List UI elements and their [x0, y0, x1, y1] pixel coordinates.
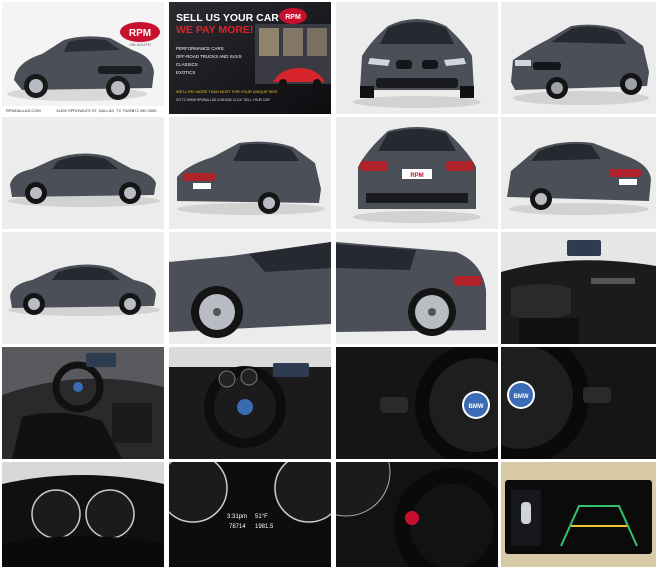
car-wheel-detail-image: [169, 232, 331, 344]
photo-odometer[interactable]: 3:31pm 51°F 78714 1981.5: [169, 462, 331, 567]
car-front-quarter-image: [501, 2, 656, 114]
interior-dashboard-image: [501, 232, 656, 344]
photo-steering-right[interactable]: BMW: [501, 347, 656, 459]
cluster-trip: 1981.5: [255, 524, 274, 530]
interior-driver-image: [2, 347, 164, 459]
dealer-phone: 972 490 0000: [132, 108, 157, 113]
cluster-time: 3:31pm: [227, 514, 247, 520]
cluster-odometer: 78714: [229, 524, 246, 530]
car-rear-wheel-image: [336, 232, 498, 344]
plate-logo-text: RPM: [410, 173, 423, 179]
photo-gallery-grid: RPM ON SOUTH RPMDALLAS.COM 11450 SPROWLE…: [0, 0, 658, 567]
photo-steering-left[interactable]: BMW: [336, 347, 498, 459]
ad-footer-line: WE'LL PAY MORE THAN MOST FOR YOUR UNIQUE…: [176, 90, 278, 94]
photo-rear[interactable]: RPM: [336, 117, 498, 229]
ad-category: OFF-ROAD TRUCKS AND SUVS: [176, 54, 242, 59]
photo-gauge-cluster[interactable]: [2, 462, 164, 567]
car-rear-image: RPM: [336, 117, 498, 229]
steering-wheel-image: BMW: [336, 347, 498, 459]
steering-wheel-image: BMW: [501, 347, 656, 459]
steering-dashboard-image: [169, 347, 331, 459]
photo-sell-your-car-ad[interactable]: RPM SELL US YOUR CAR WE PAY MORE! PERFOR…: [169, 2, 331, 114]
photo-rear-quarter-right[interactable]: [501, 117, 656, 229]
cluster-temp: 51°F: [255, 514, 268, 520]
backup-camera-image: [501, 462, 656, 567]
start-button-image: [336, 462, 498, 567]
dealer-logo-sub: ON SOUTH: [129, 42, 150, 47]
dealer-address: 11450 SPROWLES ST, DALLAS, TX 75229: [56, 108, 134, 113]
photo-front-quarter-branded[interactable]: RPM ON SOUTH RPMDALLAS.COM 11450 SPROWLE…: [2, 2, 164, 114]
car-front-quarter-image: RPM ON SOUTH RPMDALLAS.COM 11450 SPROWLE…: [2, 2, 164, 114]
ad-subheadline: WE PAY MORE!: [176, 24, 253, 36]
photo-interior-dash[interactable]: [501, 232, 656, 344]
photo-rear-wheel-detail[interactable]: [336, 232, 498, 344]
gauge-cluster-image: [2, 462, 164, 567]
car-rear-quarter-image: [501, 117, 656, 229]
photo-wheel-detail[interactable]: [169, 232, 331, 344]
ad-headline: SELL US YOUR CAR: [176, 12, 279, 24]
car-front-image: [336, 2, 498, 114]
steering-badge-text: BMW: [514, 394, 529, 400]
steering-badge-text: BMW: [469, 404, 484, 410]
dealer-website: RPMDALLAS.COM: [6, 108, 41, 113]
ad-logo-text: RPM: [285, 14, 301, 21]
sell-your-car-ad-image: RPM SELL US YOUR CAR WE PAY MORE! PERFOR…: [169, 2, 331, 114]
photo-rear-quarter[interactable]: [169, 117, 331, 229]
photo-front[interactable]: [336, 2, 498, 114]
ad-category: PERFORMANCE CARS: [176, 46, 224, 51]
photo-backup-camera[interactable]: [501, 462, 656, 567]
dealer-logo: RPM: [120, 22, 160, 42]
photo-interior-driver[interactable]: [2, 347, 164, 459]
ad-category: EXOTICS: [176, 70, 195, 75]
odometer-image: 3:31pm 51°F 78714 1981.5: [169, 462, 331, 567]
car-side-image: [2, 232, 164, 344]
ad-category: CLASSICS: [176, 62, 198, 67]
photo-start-button[interactable]: [336, 462, 498, 567]
photo-steering-dash[interactable]: [169, 347, 331, 459]
photo-side-left[interactable]: [2, 232, 164, 344]
photo-side-profile[interactable]: [2, 117, 164, 229]
ad-footer-line: GO TO WWW.RPMDALLAS.COM AND CLICK "SELL …: [176, 98, 271, 102]
car-side-image: [2, 117, 164, 229]
dealer-logo-text: RPM: [129, 28, 151, 39]
photo-front-quarter[interactable]: [501, 2, 656, 114]
car-rear-quarter-image: [169, 117, 331, 229]
